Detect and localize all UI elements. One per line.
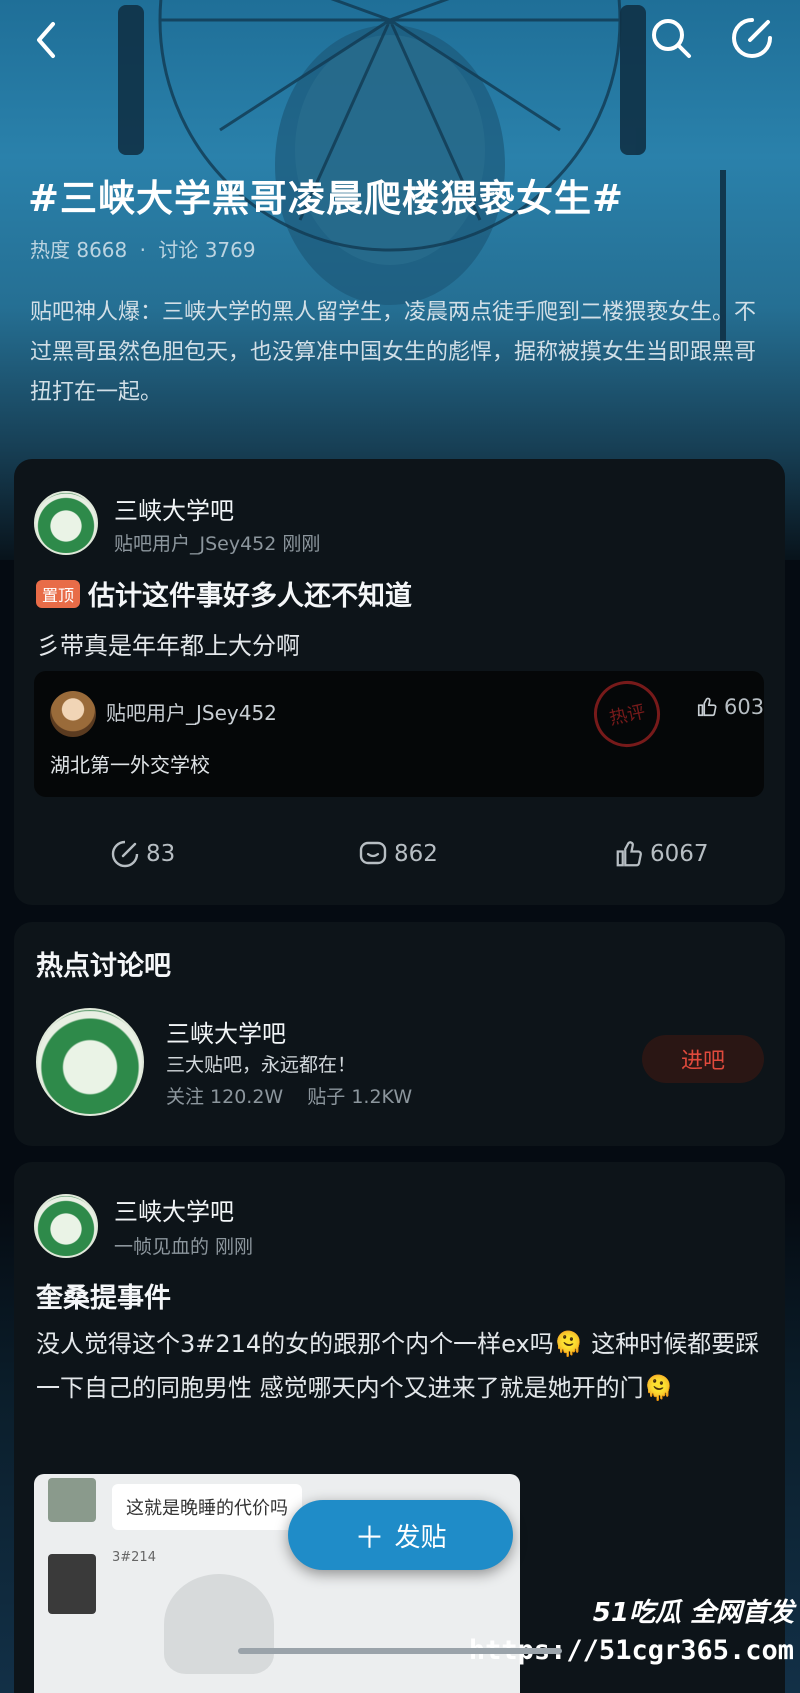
follower-count: 关注 120.2W bbox=[166, 1086, 284, 1108]
new-post-button[interactable]: ＋ 发贴 bbox=[288, 1500, 513, 1570]
back-arrow-icon bbox=[37, 22, 55, 58]
chat-avatar bbox=[48, 1478, 96, 1522]
comment-count: 862 bbox=[394, 841, 438, 867]
thumbs-up-icon bbox=[616, 841, 642, 867]
comment-icon bbox=[359, 841, 387, 865]
discussion-count: 讨论 3769 bbox=[158, 238, 256, 262]
topic-title: #三峡大学黑哥凌晨爬楼猥亵女生# bbox=[28, 177, 625, 220]
post-title[interactable]: 奎桑提事件 bbox=[36, 1276, 171, 1315]
home-indicator[interactable] bbox=[238, 1648, 562, 1654]
watermark-brand: 51吃瓜 全网首发 bbox=[592, 1598, 794, 1628]
hot-comment[interactable]: 贴吧用户_JSey452 湖北第一外交学校 热评 603 bbox=[34, 671, 764, 797]
search-icon bbox=[652, 19, 691, 58]
stats-separator: · bbox=[139, 238, 146, 262]
forum-avatar[interactable] bbox=[34, 491, 98, 555]
share-count: 83 bbox=[146, 841, 176, 867]
watermark: 51吃瓜 全网首发 https://51cgr365.com bbox=[469, 1592, 794, 1666]
topic-description: 贴吧神人爆：三峡大学的黑人留学生，凌晨两点徒手爬到二楼猥亵女生。不过黑哥虽然色胆… bbox=[30, 300, 757, 405]
forum-name[interactable]: 三峡大学吧 bbox=[114, 1192, 234, 1227]
comment-like-count: 603 bbox=[724, 695, 765, 719]
comment-like[interactable]: 603 bbox=[696, 695, 764, 719]
forum-avatar-large[interactable] bbox=[36, 1008, 144, 1116]
sticker-image bbox=[164, 1574, 274, 1674]
new-post-label: 发贴 bbox=[394, 1522, 447, 1553]
compose-button[interactable] bbox=[724, 10, 780, 66]
hot-forum-card: 热点讨论吧 三峡大学吧 三大贴吧，永远都在！ 关注 120.2W 贴子 1.2K… bbox=[14, 922, 785, 1146]
pinned-badge: 置顶 bbox=[36, 580, 81, 608]
hot-comment-stamp: 热评 bbox=[587, 674, 667, 754]
comment-text: 湖北第一外交学校 bbox=[50, 753, 210, 777]
comment-action[interactable]: 862 bbox=[358, 839, 438, 869]
join-forum-button[interactable]: 进吧 bbox=[642, 1035, 764, 1083]
back-button[interactable] bbox=[18, 12, 74, 68]
author-time: 贴吧用户_JSey452 刚刚 bbox=[114, 533, 321, 555]
forum-avatar[interactable] bbox=[34, 1194, 98, 1258]
search-button[interactable] bbox=[643, 10, 699, 66]
post-card-pinned[interactable]: 三峡大学吧 贴吧用户_JSey452 刚刚 置顶 估计这件事好多人还不知道 彡带真… bbox=[14, 459, 785, 905]
author-time: 一帧见血的 刚刚 bbox=[114, 1236, 254, 1258]
post-title[interactable]: 置顶 估计这件事好多人还不知道 bbox=[36, 574, 412, 613]
forum-slogan: 三大贴吧，永远都在！ bbox=[166, 1054, 357, 1076]
thumbs-up-icon bbox=[697, 697, 717, 717]
commenter-avatar[interactable] bbox=[50, 691, 96, 737]
like-count: 6067 bbox=[650, 841, 709, 867]
forum-stats: 关注 120.2W 贴子 1.2KW bbox=[166, 1082, 412, 1109]
post-body: 没人觉得这个3#214的女的跟那个内个一样ex吗🫠 这种时候都要踩一下自己的同胞… bbox=[36, 1330, 760, 1402]
plus-icon: ＋ bbox=[354, 1521, 385, 1556]
section-heading: 热点讨论吧 bbox=[36, 951, 171, 982]
chat-bubble: 这就是晚睡的代价吗 bbox=[112, 1484, 302, 1530]
forum-name[interactable]: 三峡大学吧 bbox=[166, 1014, 286, 1049]
like-action[interactable]: 6067 bbox=[614, 839, 709, 869]
edit-icon bbox=[732, 18, 772, 58]
topic-stats: 热度 8668 · 讨论 3769 bbox=[30, 234, 262, 263]
post-body: 彡带真是年年都上大分啊 bbox=[36, 632, 300, 660]
forum-name[interactable]: 三峡大学吧 bbox=[114, 491, 234, 526]
share-action[interactable]: 83 bbox=[110, 839, 175, 869]
top-bar bbox=[0, 0, 800, 80]
post-title-text: 估计这件事好多人还不知道 bbox=[88, 581, 413, 612]
chat-avatar-2 bbox=[48, 1554, 96, 1614]
share-edit-icon bbox=[111, 840, 139, 868]
post-count: 贴子 1.2KW bbox=[307, 1086, 413, 1108]
commenter-name[interactable]: 贴吧用户_JSey452 bbox=[106, 697, 277, 726]
heat-count: 热度 8668 bbox=[30, 238, 128, 262]
chat-tag: 3#214 bbox=[112, 1550, 156, 1565]
